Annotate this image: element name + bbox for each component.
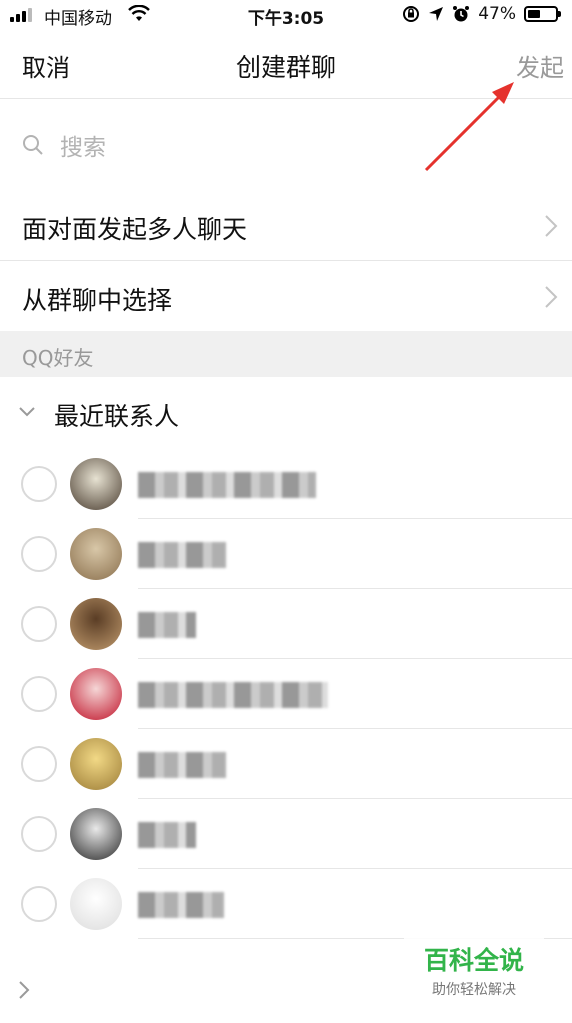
watermark: 百科全说 助你轻松解决 <box>404 938 544 1000</box>
select-checkbox[interactable] <box>21 676 57 712</box>
contact-list <box>0 449 572 939</box>
contact-row[interactable] <box>0 729 572 799</box>
location-icon <box>429 7 444 21</box>
battery-icon <box>524 6 561 22</box>
chevron-right-icon <box>545 215 558 237</box>
status-icons: 47% <box>402 4 561 24</box>
chevron-right-icon[interactable] <box>18 980 30 1000</box>
contact-name-blurred <box>138 892 224 918</box>
battery-percent: 47% <box>478 4 516 24</box>
avatar <box>70 598 122 650</box>
section-header: QQ好友 <box>0 331 572 377</box>
contact-name-blurred <box>138 612 196 638</box>
alarm-icon <box>453 6 470 22</box>
avatar <box>70 878 122 930</box>
contact-row[interactable] <box>0 589 572 659</box>
avatar <box>70 808 122 860</box>
search-bar[interactable]: 搜索 <box>0 98 572 191</box>
avatar <box>70 528 122 580</box>
contact-name-blurred <box>138 542 226 568</box>
select-checkbox[interactable] <box>21 536 57 572</box>
contact-row[interactable] <box>0 659 572 729</box>
watermark-brand: 百科全说 <box>423 946 524 975</box>
recent-contacts-group[interactable]: 最近联系人 <box>0 377 572 449</box>
contact-row[interactable] <box>0 449 572 519</box>
select-checkbox[interactable] <box>21 816 57 852</box>
contact-row[interactable] <box>0 799 572 869</box>
select-checkbox[interactable] <box>21 466 57 502</box>
avatar <box>70 738 122 790</box>
contact-name-blurred <box>138 682 328 708</box>
contact-row[interactable] <box>0 869 572 939</box>
option-label: 从群聊中选择 <box>22 286 173 315</box>
chevron-right-icon <box>545 286 558 308</box>
status-bar: 中国移动 下午3:05 47% <box>0 0 572 30</box>
contact-name-blurred <box>138 752 226 778</box>
watermark-slogan: 助你轻松解决 <box>432 982 516 998</box>
contact-name-blurred <box>138 822 196 848</box>
select-checkbox[interactable] <box>21 886 57 922</box>
select-checkbox[interactable] <box>21 606 57 642</box>
option-label: 面对面发起多人聊天 <box>22 215 248 244</box>
contact-row[interactable] <box>0 519 572 589</box>
search-placeholder: 搜索 <box>60 135 106 161</box>
contact-name-blurred <box>138 472 316 498</box>
section-title: QQ好友 <box>22 346 94 370</box>
avatar <box>70 668 122 720</box>
face-to-face-group-chat-item[interactable]: 面对面发起多人聊天 <box>0 190 572 261</box>
avatar <box>70 458 122 510</box>
select-from-group-item[interactable]: 从群聊中选择 <box>0 261 572 331</box>
select-checkbox[interactable] <box>21 746 57 782</box>
group-label: 最近联系人 <box>54 402 180 431</box>
chevron-down-icon <box>19 407 35 417</box>
start-button[interactable]: 发起 <box>516 48 564 83</box>
search-icon <box>23 135 43 155</box>
rotation-lock-icon <box>403 6 420 22</box>
